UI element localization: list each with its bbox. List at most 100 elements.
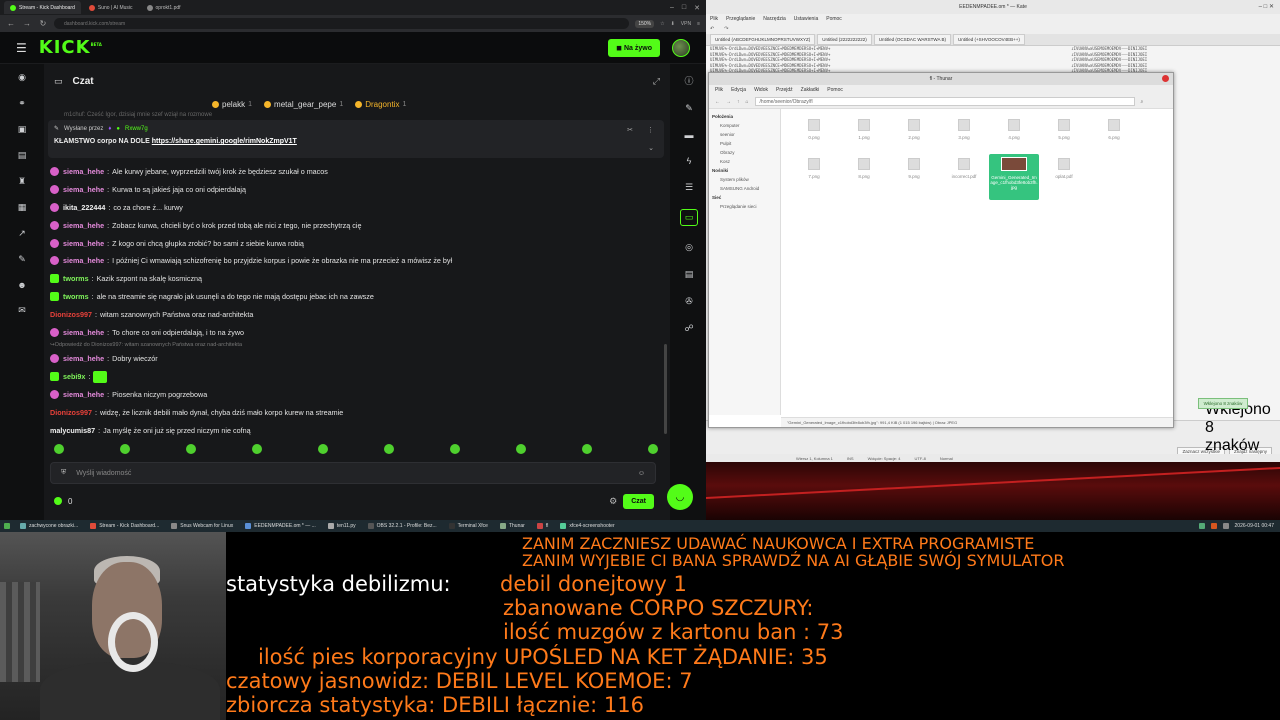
file-item[interactable]: oplat.pdf (1039, 158, 1089, 200)
file-item[interactable]: 9.png (889, 158, 939, 200)
browser-tab-suno[interactable]: Suno | AI Music (83, 1, 139, 14)
start-menu-icon[interactable] (4, 523, 10, 529)
taskbar-item[interactable]: Thunar (499, 523, 525, 529)
expand-icon[interactable]: ⤢ (653, 76, 660, 87)
wrench-icon[interactable]: ✎ (15, 254, 29, 265)
chat-username[interactable]: siema_hehe (63, 185, 104, 194)
sidebar-place[interactable]: Obrazy (712, 148, 777, 157)
file-item[interactable]: 7.png (789, 158, 839, 200)
tools-icon[interactable]: ✇ (682, 296, 696, 307)
back-icon[interactable]: ← (6, 19, 16, 28)
camera-icon[interactable]: ▬ (682, 130, 696, 140)
file-item[interactable]: 2.png (889, 119, 939, 140)
emote-icon[interactable] (54, 444, 64, 454)
tray-icon[interactable] (1198, 523, 1205, 529)
chat-username[interactable]: Dionizos997 (50, 310, 92, 319)
file-item[interactable]: 1.png (839, 119, 889, 140)
close-icon[interactable] (1162, 75, 1169, 82)
back-icon[interactable]: ← (715, 99, 720, 105)
leader-item[interactable]: pelakk 1 (212, 100, 252, 109)
window-controls[interactable]: – □ ✕ (1259, 3, 1274, 10)
chat-username[interactable]: Dionizos997 (50, 408, 92, 417)
taskbar-item[interactable]: fl (536, 523, 548, 529)
chat-username[interactable]: siema_hehe (63, 221, 104, 230)
box-icon[interactable]: ▤ (682, 269, 696, 280)
forward-icon[interactable]: → (726, 99, 731, 105)
chat-username[interactable]: tworms (63, 292, 89, 301)
reload-icon[interactable]: ↻ (38, 19, 48, 28)
chat-username[interactable]: sebi9x (63, 372, 85, 381)
chat-username[interactable]: malycumis87 (50, 426, 95, 435)
taskbar-item[interactable]: Stream - Kick Dashboard... (90, 523, 159, 529)
send-chat-button[interactable]: Czat (623, 493, 654, 509)
taskbar-item[interactable]: ten11.py (327, 523, 356, 529)
taskbar-item[interactable]: Terminal Xfce (448, 523, 488, 529)
menu-item[interactable]: Zakładki (801, 87, 820, 93)
home-icon[interactable]: ◉ (15, 72, 29, 83)
download-icon[interactable]: ⬇ (671, 21, 675, 27)
menu-item[interactable]: Edycja (731, 87, 746, 93)
emoji-icon[interactable]: ☺ (638, 470, 645, 477)
file-item[interactable]: 3.png (939, 119, 989, 140)
menu-item[interactable]: Narzędzia (763, 16, 786, 22)
redo-icon[interactable]: ↷ (724, 26, 728, 32)
file-item[interactable]: 8.png (839, 158, 889, 200)
emote-icon[interactable] (450, 444, 460, 454)
emote-icon[interactable] (120, 444, 130, 454)
sidebar-place[interactable]: System plików (712, 175, 777, 184)
taskbar-item[interactable]: OBS 32.2.1 - Profile: Bez... (367, 523, 437, 529)
hamburger-icon[interactable]: ☰ (16, 41, 27, 55)
media-icon[interactable]: ▦ (15, 202, 29, 213)
file-item-selected[interactable]: Gemini_Generated_Image_c1fhobd3fe8ob3fh.… (989, 154, 1039, 200)
browser-tab-kick[interactable]: Stream - Kick Dashboard (4, 1, 81, 14)
users-icon[interactable]: ☍ (682, 323, 696, 334)
home-icon[interactable]: ⌂ (746, 99, 749, 105)
unpin-icon[interactable]: ✂ (627, 126, 633, 134)
menu-item[interactable]: Przejdź (776, 87, 793, 93)
support-button[interactable]: ◡ (667, 484, 693, 510)
chat-scrollbar[interactable] (664, 344, 667, 434)
menu-icon[interactable]: ≡ (697, 21, 700, 27)
browser-tab-pdf[interactable]: oprokt1.pdf (141, 1, 187, 14)
chat-username[interactable]: siema_hehe (63, 256, 104, 265)
chat-input[interactable]: ⛨ Wyślij wiadomość ☺ (50, 462, 656, 484)
chat-toggle-icon[interactable]: ▭ (680, 209, 698, 226)
undo-icon[interactable]: ↶ (710, 26, 714, 32)
chat-username[interactable]: tworms (63, 274, 89, 283)
status-indent[interactable]: Wcięcie: Spacje: 4 (868, 456, 901, 461)
kate-tab[interactable]: Untitled (2222222222) (817, 34, 872, 45)
status-syntax[interactable]: Normal (940, 456, 953, 461)
info-icon[interactable]: ⓘ (682, 74, 696, 87)
edit-icon[interactable]: ✎ (682, 103, 696, 114)
menu-item[interactable]: Pomoc (827, 87, 843, 93)
link-icon[interactable]: ⚭ (15, 98, 29, 109)
menu-item[interactable]: Plik (710, 16, 718, 22)
menu-item[interactable]: Plik (715, 87, 723, 93)
emote-icon[interactable] (516, 444, 526, 454)
emote-icon[interactable] (384, 444, 394, 454)
file-item[interactable]: 5.png (1039, 119, 1089, 140)
leader-item[interactable]: metal_gear_pepe 1 (264, 100, 343, 109)
people-icon[interactable]: ☻ (15, 280, 29, 290)
emote-icon[interactable] (318, 444, 328, 454)
maximize-icon[interactable]: □ (682, 4, 686, 12)
path-input[interactable]: /home/seenior/Obrazy/fl (754, 97, 1135, 106)
video-icon[interactable]: ▣ (15, 124, 29, 135)
more-icon[interactable]: ⋮ (647, 126, 654, 134)
kick-logo[interactable]: KICKBETA (39, 37, 102, 58)
chat-username[interactable]: siema_hehe (63, 167, 104, 176)
kate-tab[interactable]: Untitled (ABCDEFGHIJKLMNOPRSTUVWXYZ) (710, 34, 816, 45)
up-icon[interactable]: ↑ (737, 99, 740, 105)
gear-icon[interactable]: ⚙ (609, 496, 617, 507)
menu-item[interactable]: Przeglądanie (726, 16, 755, 22)
file-item[interactable]: 4.png (989, 119, 1039, 140)
lightning-icon[interactable]: ϟ (682, 156, 696, 166)
chat-username[interactable]: siema_hehe (63, 390, 104, 399)
chat-username[interactable]: siema_hehe (63, 354, 104, 363)
menu-item[interactable]: Widok (754, 87, 768, 93)
emote-icon[interactable] (582, 444, 592, 454)
close-icon[interactable]: ✕ (694, 4, 700, 12)
file-item[interactable]: 0.png (789, 119, 839, 140)
taskbar-item[interactable]: EEDENMPADEE.om * — ... (245, 523, 316, 529)
kate-tab[interactable]: Untitled (+SHVOOCOV4EB++) (953, 34, 1025, 45)
